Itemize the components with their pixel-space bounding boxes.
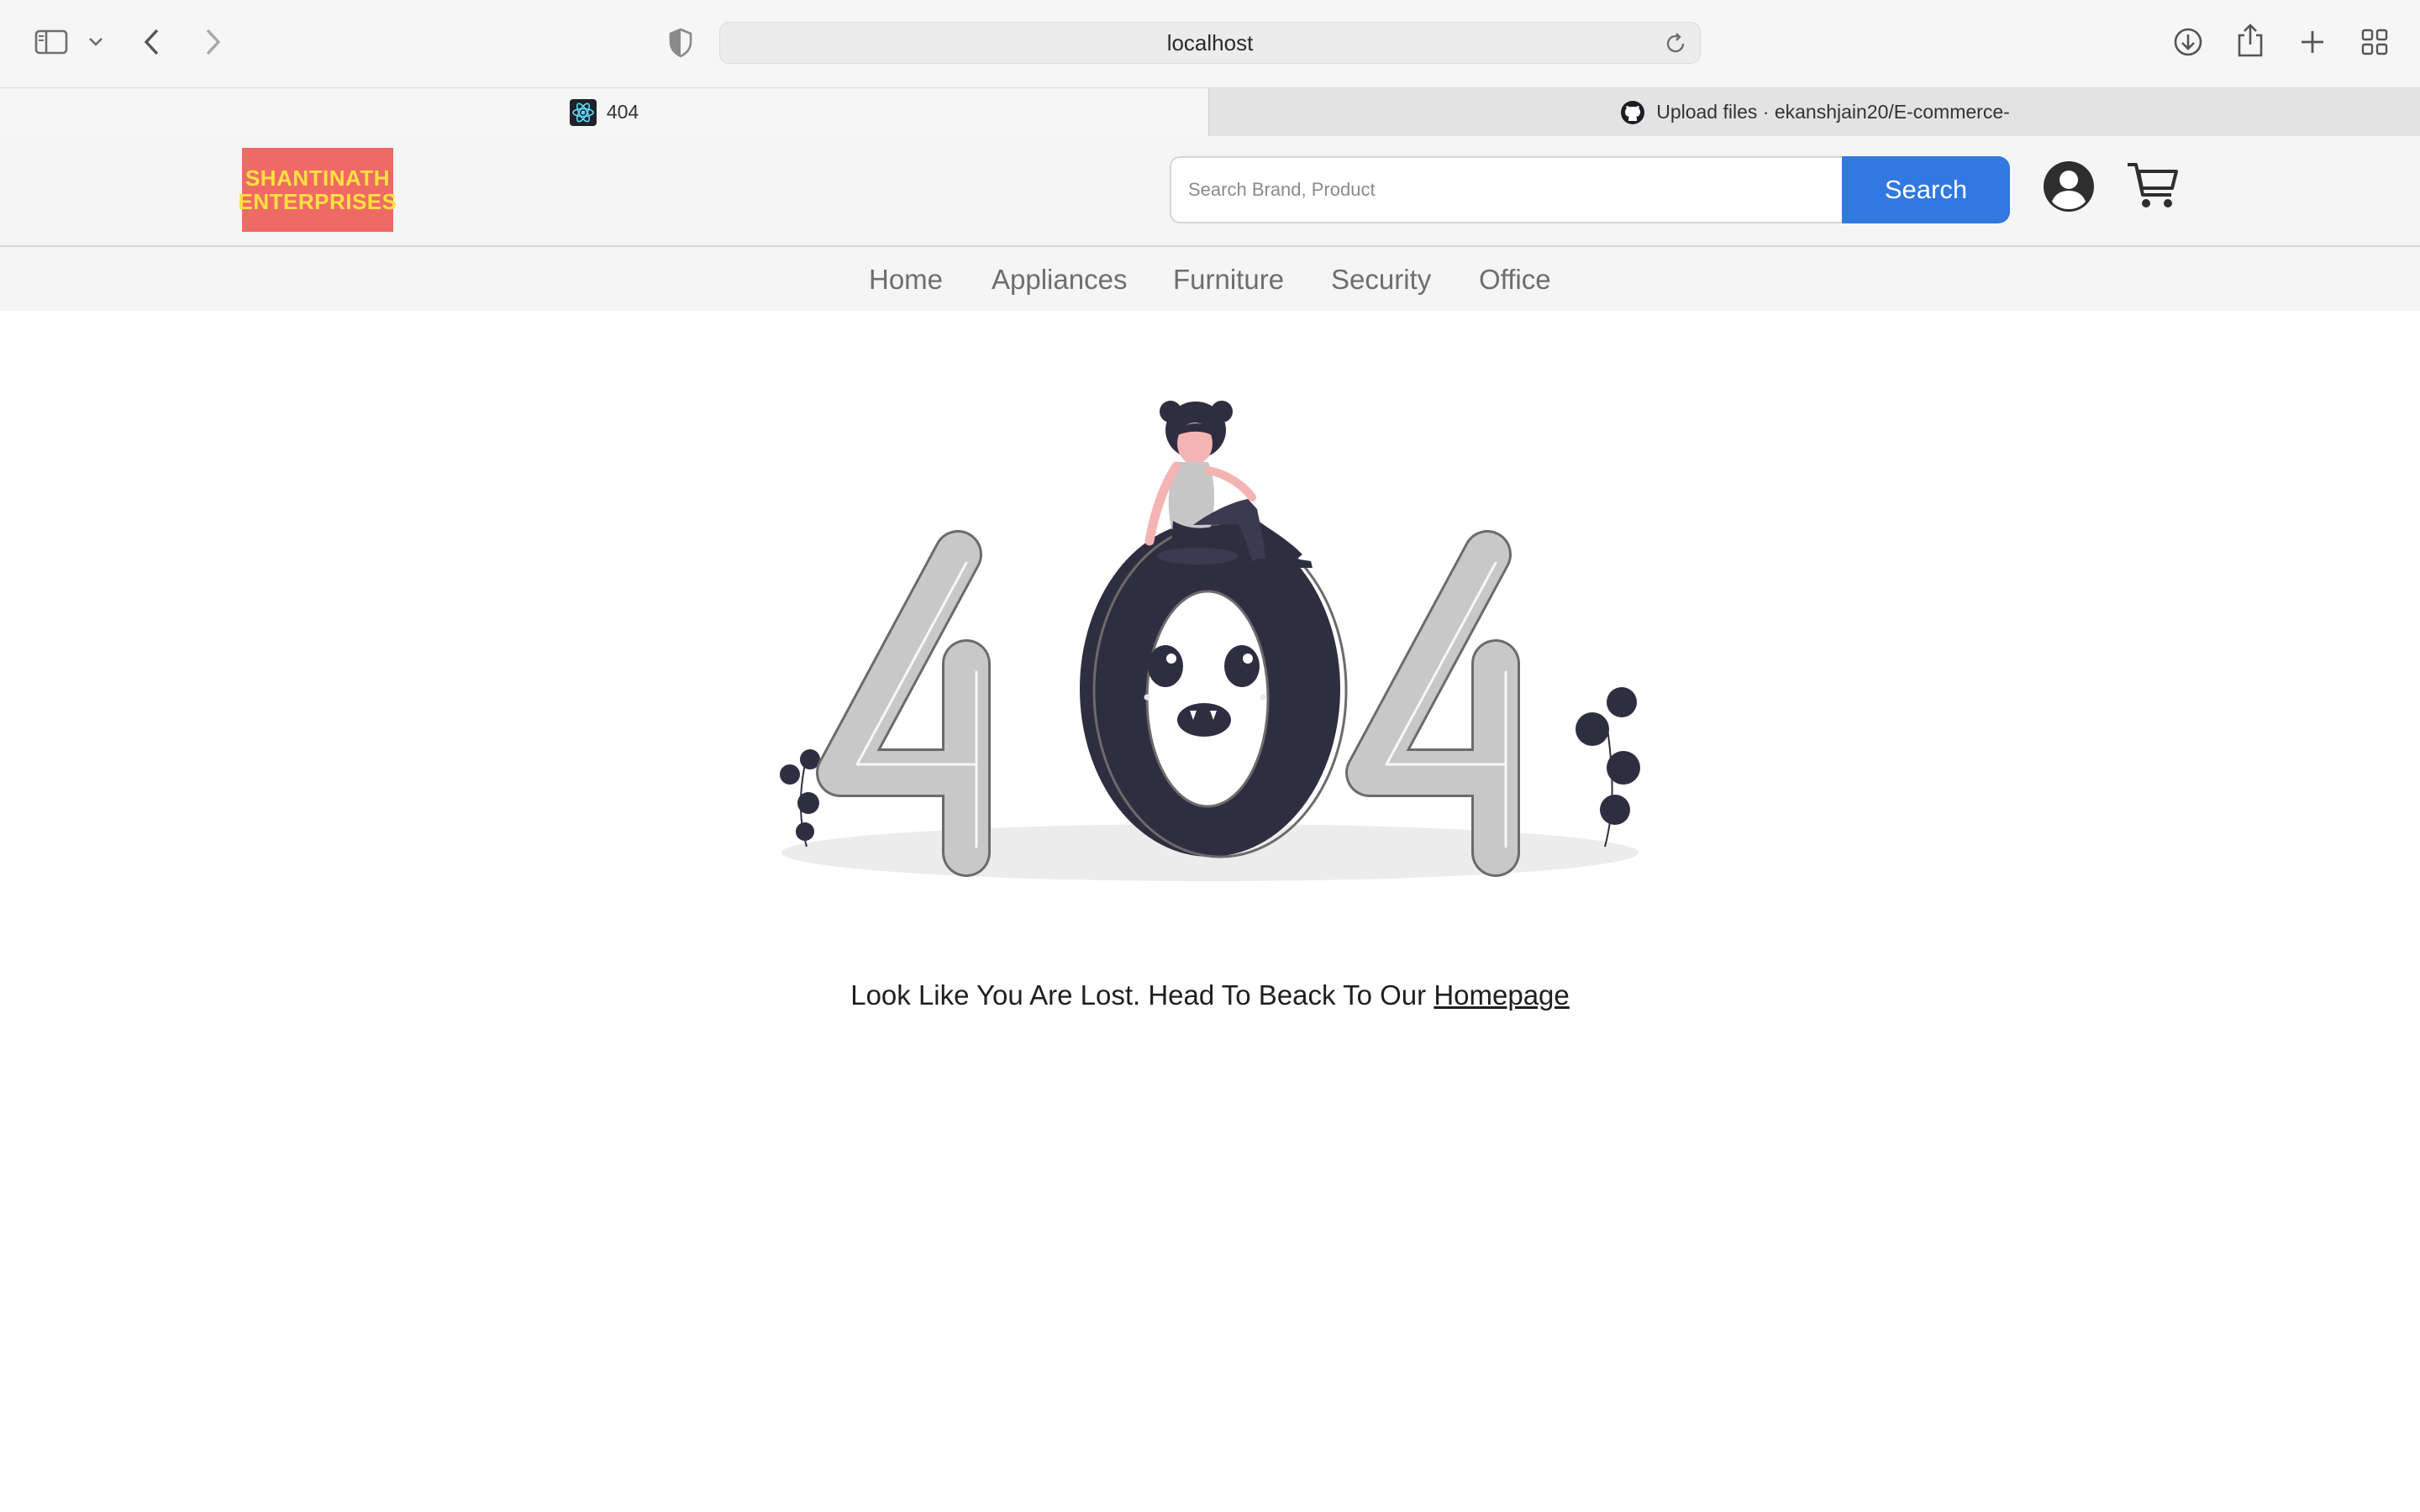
plus-icon[interactable]	[2294, 24, 2331, 60]
address-bar[interactable]: localhost	[719, 22, 1701, 64]
brand-logo[interactable]: SHANTINATH ENTERPRISES	[239, 148, 397, 232]
react-icon	[569, 98, 597, 126]
site-header: SHANTINATH ENTERPRISES Search	[0, 136, 2420, 247]
lost-message: Look Like You Are Lost. Head To Beack To…	[0, 979, 2420, 1011]
digit-four-right	[1345, 530, 1520, 877]
user-account-icon[interactable]	[2042, 160, 2096, 213]
404-illustration	[756, 386, 1664, 907]
digit-zero-center	[1080, 521, 1348, 858]
tab-bar: 404 Upload files · ekanshjain20/E-commer…	[0, 87, 2420, 136]
back-icon[interactable]	[138, 25, 166, 59]
shopping-cart-icon[interactable]	[2124, 158, 2181, 212]
right-plant-icon	[1576, 687, 1640, 848]
reload-icon[interactable]	[1663, 31, 1688, 56]
nav-appliances[interactable]: Appliances	[992, 264, 1127, 296]
search-button[interactable]: Search	[1842, 156, 2010, 223]
category-nav: Home Appliances Furniture Security Offic…	[0, 247, 2420, 311]
logo-line-1: SHANTINATH	[245, 165, 391, 191]
tab-upload-files[interactable]: Upload files · ekanshjain20/E-commerce-	[1208, 88, 2420, 136]
url-text: localhost	[1166, 29, 1254, 55]
left-plant-icon	[780, 749, 820, 848]
chevron-down-icon[interactable]	[84, 30, 108, 54]
digit-four-left	[816, 530, 991, 877]
nav-home[interactable]: Home	[869, 264, 943, 296]
grid-icon[interactable]	[2356, 24, 2393, 60]
browser-toolbar: localhost	[0, 0, 2420, 87]
download-icon[interactable]	[2170, 24, 2207, 60]
search-input[interactable]	[1170, 156, 1844, 223]
share-icon[interactable]	[2232, 20, 2269, 60]
tab-404[interactable]: 404	[0, 88, 1208, 136]
sidebar-icon[interactable]	[32, 25, 71, 59]
lost-message-text: Look Like You Are Lost. Head To Beack To…	[850, 979, 1434, 1011]
homepage-link[interactable]: Homepage	[1434, 979, 1569, 1011]
tab-title: 404	[606, 101, 639, 123]
forward-icon[interactable]	[198, 25, 227, 59]
nav-furniture[interactable]: Furniture	[1173, 264, 1284, 296]
logo-line-2: ENTERPRISES	[238, 189, 397, 214]
nav-security[interactable]: Security	[1331, 264, 1431, 296]
tab-title: Upload files · ekanshjain20/E-commerce-	[1656, 101, 2010, 123]
shield-icon[interactable]	[664, 25, 697, 60]
github-icon	[1619, 99, 1646, 126]
nav-office[interactable]: Office	[1479, 264, 1551, 296]
